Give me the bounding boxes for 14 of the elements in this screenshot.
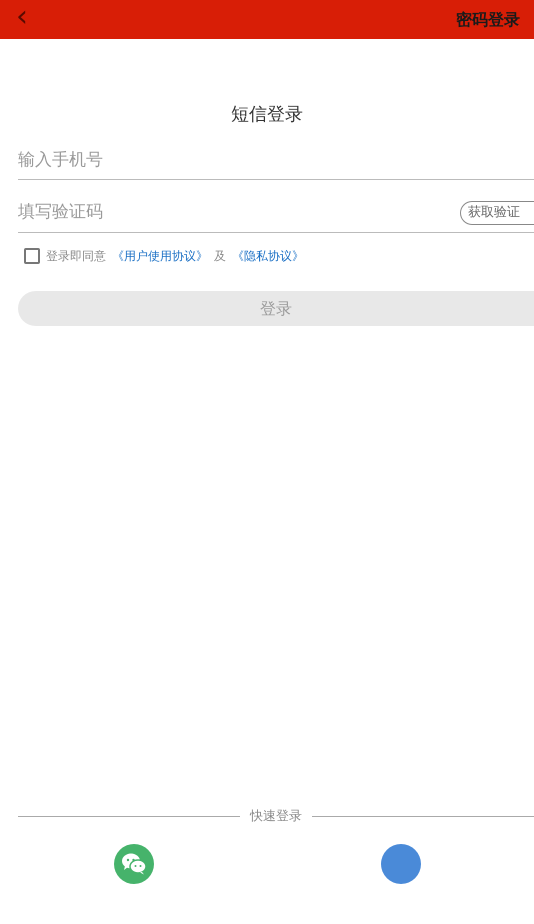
quick-login-label: 快速登录 [250,808,302,826]
agreement-text: 及 [214,248,226,265]
chat-login-button[interactable] [114,844,154,884]
agree-checkbox[interactable] [24,248,40,264]
phone-field[interactable]: 输入手机号 [18,144,534,180]
password-login-link[interactable]: 密码登录 [456,8,520,32]
page-title: 短信登录 [230,103,304,127]
back-button[interactable]: ‹ [16,2,28,32]
login-option-button[interactable] [380,844,420,884]
privacy-link[interactable]: 《隐私协议》 [232,247,304,265]
chat-bubbles-icon [120,853,146,875]
terms-link[interactable]: 《用户使用协议》 [112,247,208,265]
get-code-button[interactable]: 获取验证 [460,201,534,224]
agreement-text: 登录即同意 [46,248,106,265]
